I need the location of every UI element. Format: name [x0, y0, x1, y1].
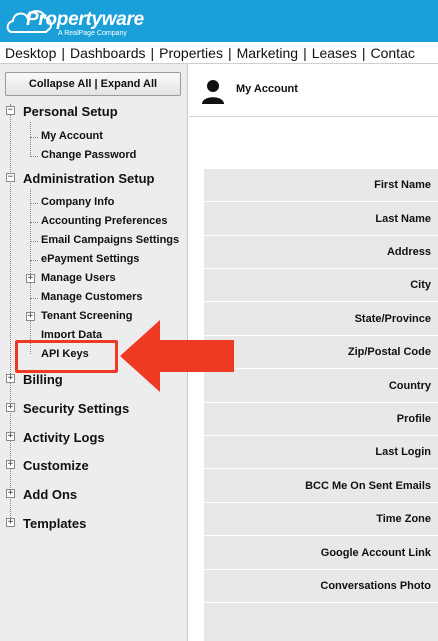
sidebar-item-accounting-preferences[interactable]: Accounting Preferences — [41, 215, 168, 227]
field-label: Last Name — [375, 213, 431, 225]
form-row: First Name — [204, 169, 438, 202]
sidebar-item-epayment-settings[interactable]: ePayment Settings — [41, 253, 139, 265]
expand-icon[interactable]: + — [6, 518, 15, 527]
form-row: Profile — [204, 403, 438, 436]
nav-contacts[interactable]: Contac — [371, 42, 415, 61]
expand-icon[interactable]: + — [6, 489, 15, 498]
expand-icon[interactable]: + — [6, 374, 15, 383]
collapse-icon[interactable]: − — [6, 106, 15, 115]
sidebar-item-change-password[interactable]: Change Password — [41, 149, 136, 161]
tree-controls: Collapse All | Expand All — [5, 72, 181, 96]
expand-icon[interactable]: + — [26, 312, 35, 321]
red-arrow-icon — [120, 320, 234, 392]
section-security-settings[interactable]: Security Settings — [23, 401, 129, 416]
field-label: Time Zone — [376, 513, 431, 525]
collapse-all-button[interactable]: Collapse All — [29, 78, 92, 90]
form-row: City — [204, 269, 438, 302]
sidebar-item-import-data[interactable]: Import Data — [41, 329, 102, 338]
logo-text: Propertyware — [26, 9, 144, 30]
form-row: Google Account Link — [204, 537, 438, 570]
collapse-icon[interactable]: − — [6, 173, 15, 182]
sidebar-item-email-campaigns-settings[interactable]: Email Campaigns Settings — [41, 234, 179, 246]
field-label: Country — [388, 380, 431, 392]
expand-icon[interactable]: + — [6, 432, 15, 441]
nav-marketing[interactable]: Marketing — [237, 42, 298, 61]
field-label: State/Province — [354, 313, 431, 325]
expand-all-button[interactable]: Expand All — [101, 78, 157, 90]
expand-icon[interactable]: + — [6, 403, 15, 412]
section-customize[interactable]: Customize — [23, 458, 89, 473]
field-label: BCC Me On Sent Emails — [305, 480, 431, 492]
api-keys-highlight-box — [15, 340, 118, 373]
sidebar-item-manage-customers[interactable]: Manage Customers — [41, 291, 142, 303]
field-label: First Name — [374, 179, 431, 191]
form-row: Conversations Photo — [204, 570, 438, 603]
form-row: Zip/Postal Code — [204, 336, 438, 369]
nav-leases[interactable]: Leases — [312, 42, 357, 61]
logo-subtitle: A RealPage Company — [58, 30, 127, 37]
expand-icon[interactable]: + — [6, 460, 15, 469]
form-row: Address — [204, 236, 438, 269]
user-icon — [202, 80, 224, 104]
form-row: Country — [204, 370, 438, 403]
field-label: Profile — [396, 413, 431, 425]
field-label: Address — [386, 246, 431, 258]
nav-desktop[interactable]: Desktop — [0, 42, 56, 61]
form-row: State/Province — [204, 303, 438, 336]
section-administration-setup[interactable]: Administration Setup — [23, 171, 154, 186]
field-label: City — [410, 279, 431, 291]
section-billing[interactable]: Billing — [23, 372, 63, 387]
nav-dashboards[interactable]: Dashboards — [70, 42, 146, 61]
account-header: My Account — [189, 64, 438, 117]
field-label: Google Account Link — [320, 547, 431, 559]
form-row: Time Zone — [204, 503, 438, 536]
field-label: Last Login — [375, 446, 431, 458]
section-activity-logs[interactable]: Activity Logs — [23, 430, 105, 445]
form-row: Last Name — [204, 203, 438, 236]
form-row: BCC Me On Sent Emails — [204, 470, 438, 503]
section-add-ons[interactable]: Add Ons — [23, 487, 77, 502]
field-label: Zip/Postal Code — [347, 346, 431, 358]
account-form: First Name Last Name Address City State/… — [204, 169, 438, 641]
section-templates[interactable]: Templates — [23, 516, 86, 531]
form-row: Last Login — [204, 436, 438, 469]
main-nav: Desktop | Dashboards | Properties | Marketing |… — [0, 42, 438, 64]
nav-properties[interactable]: Properties — [159, 42, 223, 61]
sidebar-item-my-account[interactable]: My Account — [41, 130, 103, 142]
expand-icon[interactable]: + — [26, 274, 35, 283]
page-title: My Account — [236, 83, 298, 95]
field-label: Conversations Photo — [320, 580, 431, 592]
sidebar-item-manage-users[interactable]: Manage Users — [41, 272, 116, 284]
sidebar-item-company-info[interactable]: Company Info — [41, 196, 114, 208]
brand-header: Propertyware A RealPage Company — [0, 0, 438, 42]
section-personal-setup[interactable]: Personal Setup — [23, 104, 118, 119]
